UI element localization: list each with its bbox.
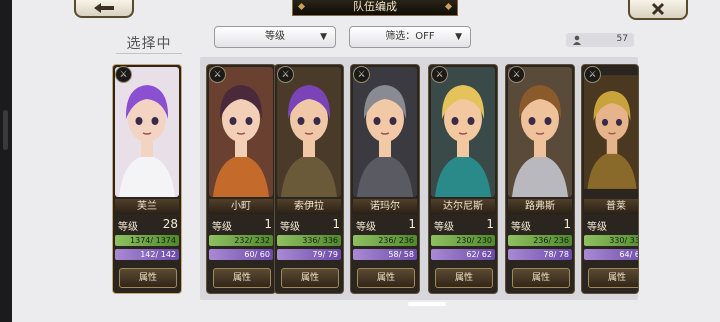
hp-bar: 230/ 230 [431, 235, 495, 246]
level-label: 等级 [587, 222, 607, 233]
character-name: 路弗斯 [508, 199, 572, 214]
device-frame-edge [0, 0, 12, 322]
sort-dropdown[interactable]: 等级 ▼ [214, 26, 336, 48]
sort-dropdown-label: 等级 [265, 31, 285, 42]
level-row: 等级 28 [118, 217, 178, 233]
character-card[interactable]: ⚔ 路弗斯 等级 1 236/ 236 78/ 78 属性 [505, 64, 575, 294]
close-button[interactable] [628, 0, 688, 20]
character-card[interactable]: ⚔ 芙兰 等级 28 1374/ 1374 142/ 142 属性 [112, 64, 182, 294]
level-value: 1 [486, 217, 494, 231]
attribute-button[interactable]: 属性 [435, 268, 493, 288]
level-row: 等级 1 [511, 217, 571, 233]
character-portrait [584, 67, 638, 197]
sword-icon: ⚔ [115, 66, 132, 83]
chevron-down-icon: ▼ [455, 32, 462, 42]
hp-bar: 336/ 336 [277, 235, 341, 246]
hp-bar: 236/ 236 [353, 235, 417, 246]
filter-dropdown[interactable]: 筛选：OFF ▼ [349, 26, 471, 48]
device-notch [3, 110, 8, 150]
attribute-button[interactable]: 属性 [357, 268, 415, 288]
sp-bar: 60/ 60 [209, 249, 273, 260]
attribute-button[interactable]: 属性 [213, 268, 271, 288]
spear-icon: ⚔ [353, 66, 370, 83]
level-label: 等级 [356, 222, 376, 233]
hp-bar: 1374/ 1374 [115, 235, 179, 246]
level-row: 等级 1 [212, 217, 272, 233]
sword-icon: ⚔ [431, 66, 448, 83]
character-card[interactable]: ⚔ 达尔尼斯 等级 1 230/ 230 62/ 62 属性 [428, 64, 498, 294]
hp-bar: 330/ 330 [584, 235, 638, 246]
chevron-down-icon: ▼ [320, 32, 327, 42]
hp-bar: 232/ 232 [209, 235, 273, 246]
character-portrait [277, 67, 341, 197]
top-bar: 队伍编成 [0, 0, 720, 20]
arrow-left-icon [94, 3, 114, 13]
level-value: 1 [332, 217, 340, 231]
character-portrait [353, 67, 417, 197]
filter-dropdown-label: 筛选：OFF [385, 31, 435, 42]
attribute-button[interactable]: 属性 [119, 268, 177, 288]
character-card[interactable]: ⚔ 诺玛尔 等级 1 236/ 236 58/ 58 属性 [350, 64, 420, 294]
attribute-button[interactable]: 属性 [512, 268, 570, 288]
hammer-icon: ⚔ [584, 66, 601, 83]
sp-bar: 78/ 78 [508, 249, 572, 260]
back-button[interactable] [74, 0, 134, 18]
level-row: 等级 1 [280, 217, 340, 233]
close-x-icon [651, 2, 665, 16]
level-label: 等级 [280, 222, 300, 233]
character-name: 诺玛尔 [353, 199, 417, 214]
scroll-indicator[interactable] [408, 302, 446, 306]
character-name: 芙兰 [115, 199, 179, 214]
character-portrait [508, 67, 572, 197]
unit-count-value: 57 [616, 34, 628, 44]
person-icon [573, 35, 581, 45]
character-card[interactable]: ⚔ 普莱 等级 1 330/ 330 64/ 64 属性 [581, 64, 639, 294]
sp-bar: 79/ 79 [277, 249, 341, 260]
level-row: 等级 1 [434, 217, 494, 233]
character-portrait [209, 67, 273, 197]
sp-bar: 62/ 62 [431, 249, 495, 260]
level-row: 等级 1 [356, 217, 416, 233]
hp-bar: 236/ 236 [508, 235, 572, 246]
sp-bar: 58/ 58 [353, 249, 417, 260]
unit-count-badge: 57 [566, 33, 634, 47]
character-name: 达尔尼斯 [431, 199, 495, 214]
attribute-button[interactable]: 属性 [588, 268, 638, 288]
character-name: 小町 [209, 199, 273, 214]
level-value: 28 [162, 217, 178, 231]
spear-icon: ⚔ [277, 66, 294, 83]
sp-bar: 142/ 142 [115, 249, 179, 260]
character-card[interactable]: ⚔ 索伊拉 等级 1 336/ 336 79/ 79 属性 [274, 64, 344, 294]
sp-bar: 64/ 64 [584, 249, 638, 260]
attribute-button[interactable]: 属性 [281, 268, 339, 288]
selecting-divider [116, 53, 182, 54]
character-portrait [431, 67, 495, 197]
level-value: 1 [264, 217, 272, 231]
selecting-label: 选择中 [126, 36, 172, 52]
sword-icon: ⚔ [209, 66, 226, 83]
level-label: 等级 [434, 222, 454, 233]
level-value: 1 [408, 217, 416, 231]
page-title: 队伍编成 [292, 0, 458, 16]
character-name: 索伊拉 [277, 199, 341, 214]
character-card[interactable]: ⚔ 小町 等级 1 232/ 232 60/ 60 属性 [206, 64, 276, 294]
level-value: 1 [563, 217, 571, 231]
level-label: 等级 [212, 222, 232, 233]
character-portrait [115, 67, 179, 197]
level-row: 等级 1 [587, 218, 638, 233]
hammer-icon: ⚔ [508, 66, 525, 83]
character-name: 普莱 [584, 199, 638, 214]
level-label: 等级 [118, 222, 138, 233]
level-label: 等级 [511, 222, 531, 233]
